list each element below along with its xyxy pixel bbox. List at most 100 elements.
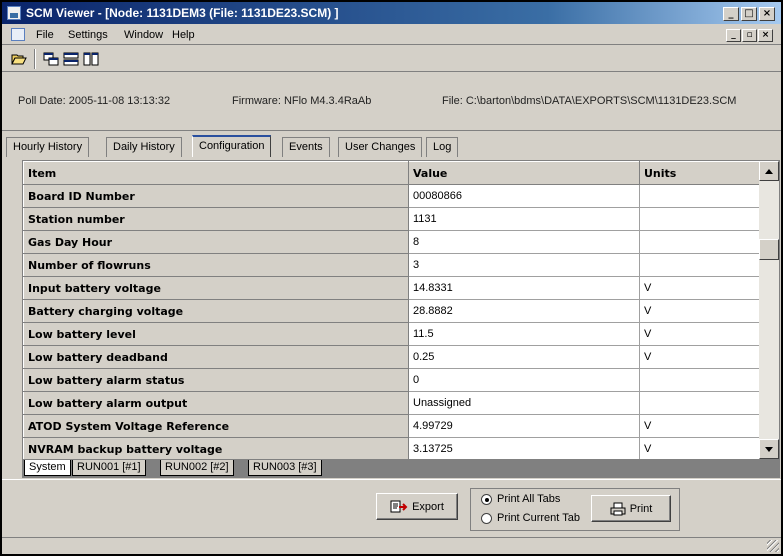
configuration-grid[interactable]: Item Value Units Board ID Number 00080866… — [22, 160, 780, 460]
export-button-label: Export — [412, 500, 444, 513]
mdi-minimize-button[interactable]: _ — [726, 29, 741, 42]
mdi-close-button[interactable]: × — [758, 29, 773, 42]
row-value-cell[interactable]: 28.8882 — [408, 299, 640, 323]
tab-daily-history[interactable]: Daily History — [106, 137, 182, 157]
row-units-cell[interactable] — [639, 230, 760, 254]
row-units-cell[interactable]: V — [639, 276, 760, 300]
arrow-down-icon — [765, 446, 773, 452]
column-header-units[interactable]: Units — [639, 161, 760, 185]
print-all-tabs-label: Print All Tabs — [497, 493, 561, 505]
document-icon[interactable] — [11, 28, 25, 41]
row-value-cell[interactable]: 3.13725 — [408, 437, 640, 459]
scroll-down-button[interactable] — [759, 439, 779, 459]
row-item-cell[interactable]: Low battery alarm status — [23, 368, 409, 392]
table-row[interactable]: NVRAM backup battery voltage 3.13725 V — [23, 437, 760, 459]
tab-events[interactable]: Events — [282, 137, 330, 157]
cascade-windows-icon[interactable] — [42, 50, 60, 68]
print-current-tab-radio[interactable]: Print Current Tab — [481, 512, 580, 524]
table-row[interactable]: Board ID Number 00080866 — [23, 184, 760, 208]
table-row[interactable]: Low battery alarm status 0 — [23, 368, 760, 392]
vertical-scrollbar[interactable] — [759, 161, 779, 459]
row-item-cell[interactable]: ATOD System Voltage Reference — [23, 414, 409, 438]
table-row[interactable]: ATOD System Voltage Reference 4.99729 V — [23, 414, 760, 438]
row-item-cell[interactable]: Station number — [23, 207, 409, 231]
mdi-controls: _ ▫ × — [725, 28, 773, 42]
tile-vertical-icon[interactable] — [82, 50, 100, 68]
table-row[interactable]: Number of flowruns 3 — [23, 253, 760, 277]
row-units-cell[interactable] — [639, 207, 760, 231]
tab-user-changes[interactable]: User Changes — [338, 137, 423, 157]
row-value-cell[interactable]: Unassigned — [408, 391, 640, 415]
print-button[interactable]: Print — [591, 495, 671, 522]
row-units-cell[interactable] — [639, 368, 760, 392]
table-row[interactable]: Gas Day Hour 8 — [23, 230, 760, 254]
column-header-value[interactable]: Value — [408, 161, 640, 185]
row-item-cell[interactable]: Number of flowruns — [23, 253, 409, 277]
row-value-cell[interactable]: 1131 — [408, 207, 640, 231]
row-item-cell[interactable]: Input battery voltage — [23, 276, 409, 300]
row-units-cell[interactable]: V — [639, 322, 760, 346]
menu-help[interactable]: Help — [172, 29, 195, 41]
print-button-label: Print — [629, 502, 653, 515]
table-row[interactable]: Low battery alarm output Unassigned — [23, 391, 760, 415]
sheet-tab-system[interactable]: System — [24, 460, 71, 476]
radio-unchecked-icon — [481, 512, 492, 524]
print-current-tab-label: Print Current Tab — [497, 512, 580, 524]
row-value-cell[interactable]: 3 — [408, 253, 640, 277]
scrollbar-thumb[interactable] — [759, 239, 779, 260]
row-value-cell[interactable]: 14.8331 — [408, 276, 640, 300]
menu-window[interactable]: Window — [124, 29, 163, 41]
export-button[interactable]: Export — [376, 493, 458, 520]
configuration-table: Item Value Units Board ID Number 00080866… — [23, 161, 760, 459]
row-item-cell[interactable]: Low battery level — [23, 322, 409, 346]
row-units-cell[interactable]: V — [639, 414, 760, 438]
row-value-cell[interactable]: 0.25 — [408, 345, 640, 369]
minimize-button[interactable]: _ — [723, 7, 739, 21]
row-units-cell[interactable] — [639, 184, 760, 208]
file-path: File: C:\barton\bdms\DATA\EXPORTS\SCM\11… — [442, 95, 737, 107]
open-folder-icon[interactable] — [10, 50, 28, 68]
info-panel: Poll Date: 2005-11-08 13:13:32 Firmware:… — [2, 73, 781, 131]
table-row[interactable]: Station number 1131 — [23, 207, 760, 231]
row-item-cell[interactable]: Battery charging voltage — [23, 299, 409, 323]
title-bar[interactable]: SCM Viewer - [Node: 1131DEM3 (File: 1131… — [2, 2, 781, 24]
row-units-cell[interactable] — [639, 253, 760, 277]
row-item-cell[interactable]: Low battery alarm output — [23, 391, 409, 415]
tile-horizontal-icon[interactable] — [62, 50, 80, 68]
sheet-tab-run002[interactable]: RUN002 [#2] — [160, 460, 234, 476]
print-all-tabs-radio[interactable]: Print All Tabs — [481, 493, 560, 505]
row-value-cell[interactable]: 00080866 — [408, 184, 640, 208]
table-row[interactable]: Battery charging voltage 28.8882 V — [23, 299, 760, 323]
row-value-cell[interactable]: 8 — [408, 230, 640, 254]
tab-hourly-history[interactable]: Hourly History — [6, 137, 90, 157]
tab-log[interactable]: Log — [426, 137, 459, 157]
mdi-restore-button[interactable]: ▫ — [742, 29, 757, 42]
sheet-tab-run001[interactable]: RUN001 [#1] — [72, 460, 146, 476]
scroll-up-button[interactable] — [759, 161, 779, 181]
resize-grip-icon[interactable] — [767, 540, 779, 552]
close-button[interactable]: × — [759, 7, 775, 21]
row-value-cell[interactable]: 0 — [408, 368, 640, 392]
row-item-cell[interactable]: Gas Day Hour — [23, 230, 409, 254]
row-units-cell[interactable]: V — [639, 345, 760, 369]
menu-file[interactable]: File — [36, 29, 54, 41]
table-row[interactable]: Low battery deadband 0.25 V — [23, 345, 760, 369]
tab-configuration[interactable]: Configuration — [192, 135, 272, 157]
print-scope-group: Print All Tabs Print Current Tab Print — [470, 488, 680, 531]
maximize-button[interactable]: □ — [741, 7, 757, 21]
row-units-cell[interactable] — [639, 391, 760, 415]
row-units-cell[interactable]: V — [639, 299, 760, 323]
sheet-tab-run003[interactable]: RUN003 [#3] — [248, 460, 322, 476]
window-controls: _ □ × — [721, 5, 775, 21]
row-item-cell[interactable]: NVRAM backup battery voltage — [23, 437, 409, 459]
row-item-cell[interactable]: Low battery deadband — [23, 345, 409, 369]
menu-settings[interactable]: Settings — [68, 29, 108, 41]
row-units-cell[interactable]: V — [639, 437, 760, 459]
table-row[interactable]: Input battery voltage 14.8331 V — [23, 276, 760, 300]
action-panel: Export Print All Tabs Print Current Tab … — [2, 479, 781, 535]
row-value-cell[interactable]: 11.5 — [408, 322, 640, 346]
row-value-cell[interactable]: 4.99729 — [408, 414, 640, 438]
table-row[interactable]: Low battery level 11.5 V — [23, 322, 760, 346]
column-header-item[interactable]: Item — [23, 161, 409, 185]
row-item-cell[interactable]: Board ID Number — [23, 184, 409, 208]
